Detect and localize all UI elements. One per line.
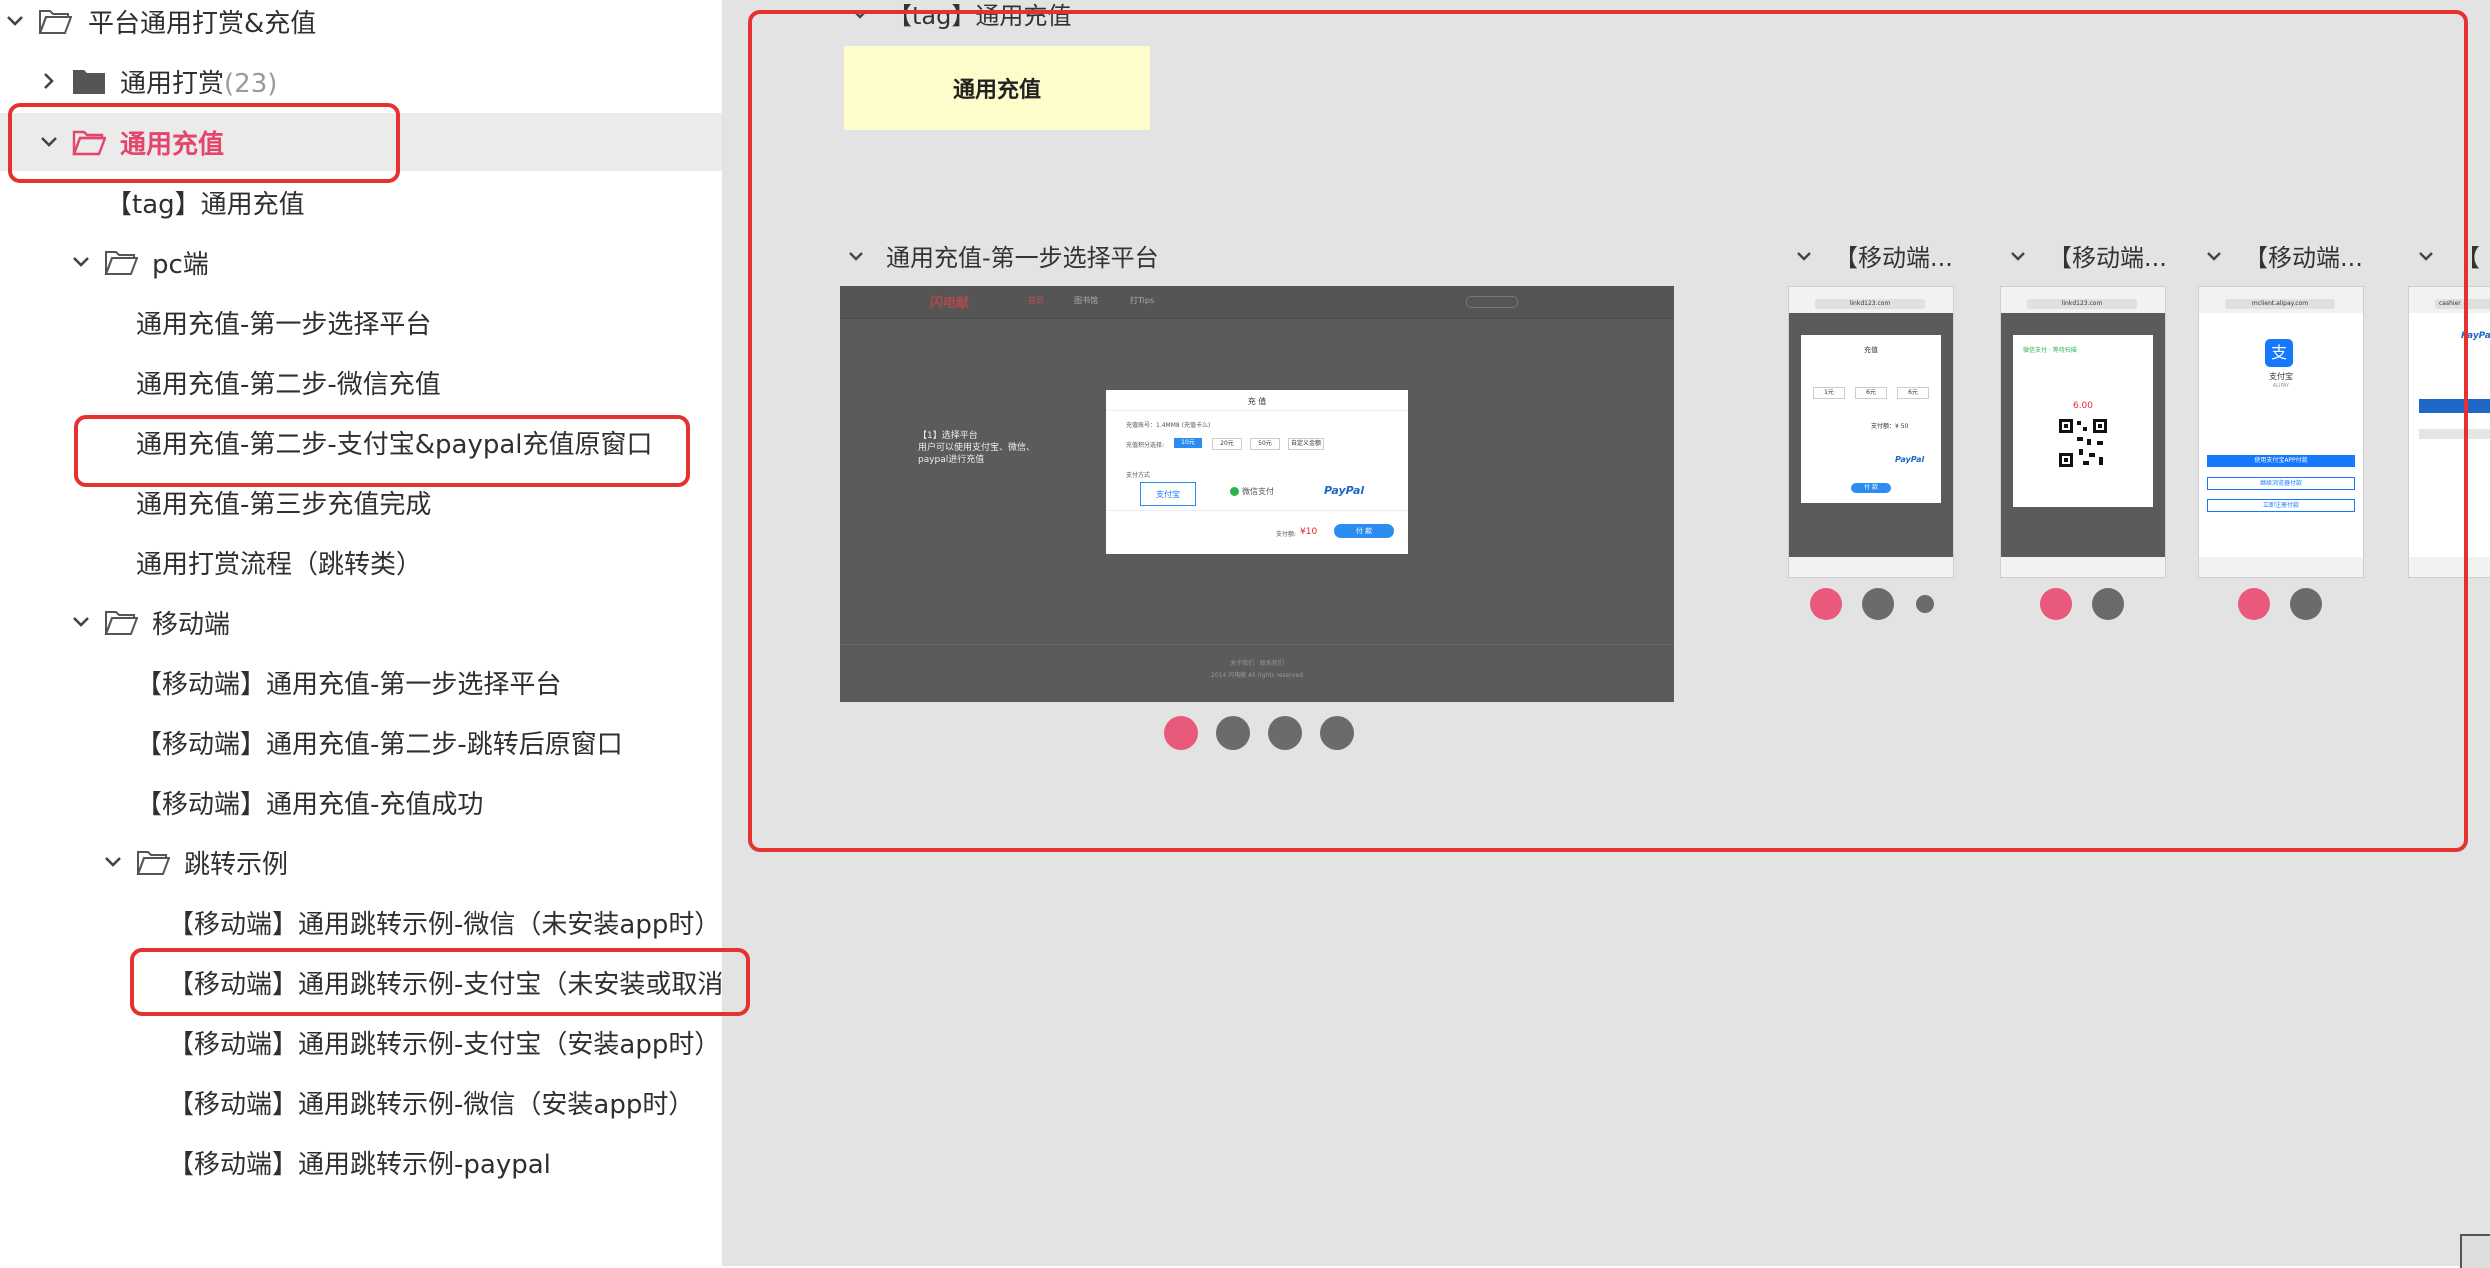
folder-icon bbox=[73, 70, 105, 94]
tree-item-label: 移动端 bbox=[152, 609, 231, 640]
tree-item-label: 【移动端】通用充值-第二步-跳转后原窗口 bbox=[136, 729, 623, 760]
chevron-right-icon[interactable] bbox=[38, 70, 60, 92]
chevron-down-icon[interactable] bbox=[70, 251, 92, 273]
highlight-box bbox=[8, 103, 400, 183]
tree-item-label: 通用打赏流程（跳转类） bbox=[136, 549, 423, 580]
tree-item-mobile[interactable]: 移动端 bbox=[0, 593, 722, 651]
tree-item-page[interactable]: 通用充值-第一步选择平台 bbox=[0, 293, 722, 351]
tree-item-label: 通用充值-第三步充值完成 bbox=[136, 489, 432, 520]
tree-item-label: pc端 bbox=[152, 249, 209, 280]
tree-item-label: 通用充值-第二步-微信充值 bbox=[136, 369, 441, 400]
folder-open-icon bbox=[104, 611, 138, 635]
tree-item-label: 【移动端】通用充值-充值成功 bbox=[136, 789, 484, 820]
highlight-box bbox=[748, 10, 2468, 852]
chevron-down-icon[interactable] bbox=[70, 611, 92, 633]
tree-item-page[interactable]: 通用充值-第二步-微信充值 bbox=[0, 353, 722, 411]
tree-item-page[interactable]: 【移动端】通用跳转示例-微信（安装app时） bbox=[0, 1073, 722, 1131]
chevron-down-icon[interactable] bbox=[102, 851, 124, 873]
corner-widget[interactable] bbox=[2460, 1234, 2490, 1268]
tree-item-label: 【移动端】通用跳转示例-支付宝（安装app时） bbox=[168, 1029, 721, 1060]
folder-open-icon bbox=[38, 10, 72, 34]
tree-item-root[interactable]: 平台通用打赏&充值 bbox=[0, 0, 722, 50]
layer-tree-sidebar: 平台通用打赏&充值 通用打赏(23) 通用充值 【tag】通用充值 pc端 通用… bbox=[0, 0, 724, 1266]
tree-item-page[interactable]: 【移动端】通用跳转示例-paypal bbox=[0, 1133, 722, 1191]
tree-item-jump[interactable]: 跳转示例 bbox=[0, 833, 722, 891]
tree-item-label: 【移动端】通用跳转示例-paypal bbox=[168, 1149, 551, 1180]
tree-item-label: 通用打赏 bbox=[120, 68, 225, 99]
tree-item-label: 通用充值-第一步选择平台 bbox=[136, 309, 432, 340]
tree-item-page[interactable]: 【移动端】通用跳转示例-支付宝（安装app时） bbox=[0, 1013, 722, 1071]
tree-item-pc[interactable]: pc端 bbox=[0, 233, 722, 291]
tree-item-page[interactable]: 【移动端】通用跳转示例-微信（未安装app时） bbox=[0, 893, 722, 951]
tree-item-label: 平台通用打赏&充值 bbox=[88, 8, 317, 39]
tree-item-page[interactable]: 【移动端】通用充值-充值成功 bbox=[0, 773, 722, 831]
tree-item-page[interactable]: 【移动端】通用充值-第一步选择平台 bbox=[0, 653, 722, 711]
folder-open-icon bbox=[104, 251, 138, 275]
tree-item-label: 跳转示例 bbox=[184, 849, 289, 880]
tree-item-label: 【移动端】通用充值-第一步选择平台 bbox=[136, 669, 562, 700]
tree-item-label: 【移动端】通用跳转示例-微信（未安装app时） bbox=[168, 909, 721, 940]
item-count: (23) bbox=[224, 68, 278, 99]
folder-open-icon bbox=[136, 851, 170, 875]
highlight-box bbox=[74, 415, 690, 487]
tree-item-label: 【移动端】通用跳转示例-微信（安装app时） bbox=[168, 1089, 695, 1120]
highlight-box bbox=[130, 948, 750, 1016]
tree-item-label: 【tag】通用充值 bbox=[106, 189, 305, 220]
chevron-down-icon[interactable] bbox=[4, 10, 26, 32]
tree-item-page[interactable]: 【移动端】通用充值-第二步-跳转后原窗口 bbox=[0, 713, 722, 771]
tree-item-tip[interactable]: 通用打赏(23) bbox=[0, 52, 722, 110]
tree-item-page[interactable]: 通用打赏流程（跳转类） bbox=[0, 533, 722, 591]
tree-item-label-wrap: 通用打赏(23) bbox=[120, 63, 277, 100]
